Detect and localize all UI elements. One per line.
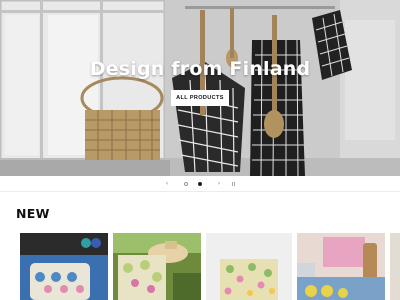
carousel-dot-1[interactable] [184, 181, 188, 186]
all-products-button[interactable]: All products [171, 90, 229, 106]
carousel-controls: ‹ › ❙❙ [0, 176, 400, 192]
product-image [20, 233, 108, 300]
product-image [297, 233, 385, 300]
product-image [390, 233, 400, 300]
hero-banner: Design from Finland All products [0, 0, 400, 176]
product-card[interactable] [390, 233, 400, 300]
product-card[interactable] [206, 233, 292, 300]
product-image [113, 233, 201, 300]
product-list [0, 233, 400, 300]
hero-title: Design from Finland [89, 58, 311, 80]
carousel-dot-2[interactable] [198, 181, 202, 186]
product-image [206, 233, 292, 300]
chevron-right-icon[interactable]: › [212, 177, 226, 191]
hero-image [0, 0, 400, 176]
pause-icon[interactable]: ❙❙ [226, 177, 240, 191]
product-card[interactable] [297, 233, 385, 300]
product-card[interactable] [113, 233, 201, 300]
section-title: NEW [16, 206, 50, 221]
chevron-left-icon[interactable]: ‹ [160, 177, 174, 191]
product-card[interactable] [20, 233, 108, 300]
